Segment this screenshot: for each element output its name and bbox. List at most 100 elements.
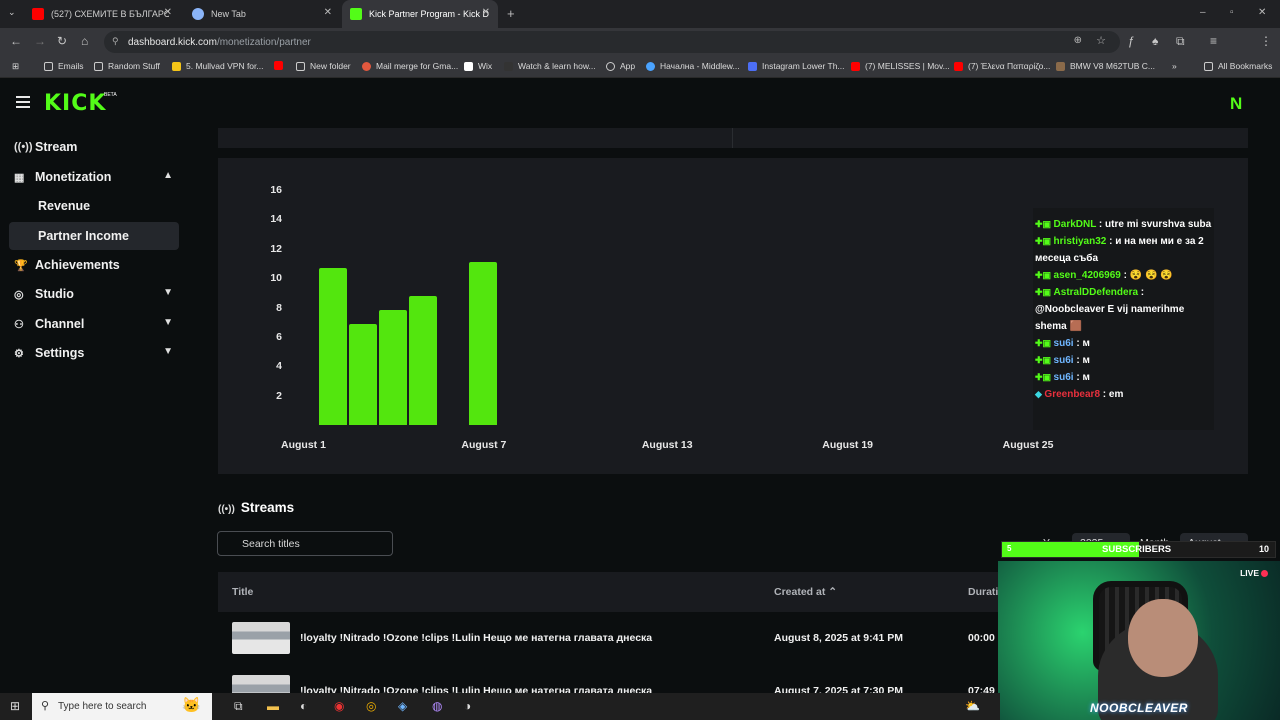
extension-icon[interactable]: ƒ bbox=[1128, 34, 1135, 48]
bookmark-item[interactable]: (7) MELISSES | Mov... bbox=[851, 61, 950, 71]
sidebar-item-studio[interactable]: ◎ Studio ▼ bbox=[9, 280, 179, 308]
stream-icon: ((•)) bbox=[218, 504, 235, 515]
bookmark-item[interactable]: App bbox=[606, 61, 635, 71]
stream-thumbnail bbox=[232, 622, 290, 654]
menu-icon[interactable]: ⋮ bbox=[1260, 34, 1272, 48]
puzzle-icon[interactable]: ⧉ bbox=[1176, 34, 1185, 49]
chat-username[interactable]: hristiyan32 bbox=[1054, 236, 1107, 247]
sidebar-item-label: Achievements bbox=[35, 258, 120, 272]
user-avatar[interactable]: N bbox=[1230, 94, 1242, 114]
bookmark-item[interactable]: Emails bbox=[44, 61, 84, 71]
y-tick-label: 8 bbox=[276, 301, 282, 314]
stream-title: !loyalty !Nitrado !Ozone !clips !Lulin Н… bbox=[300, 632, 653, 644]
url-input[interactable]: ⚲ dashboard.kick.com/monetization/partne… bbox=[104, 31, 1120, 53]
chat-username[interactable]: DarkDNL bbox=[1054, 219, 1097, 230]
bookmark-item[interactable]: BMW V8 M62TUB C... bbox=[1056, 61, 1155, 71]
kick-logo[interactable]: KICK bbox=[44, 91, 106, 116]
extension-icon[interactable]: ♠ bbox=[1152, 34, 1158, 48]
apps-icon[interactable]: ⊞ bbox=[12, 61, 19, 72]
y-tick-label: 10 bbox=[270, 272, 282, 285]
more-bookmarks-icon[interactable]: » bbox=[1172, 61, 1177, 71]
discord-icon[interactable]: ◍ bbox=[432, 699, 442, 713]
chart-bar[interactable] bbox=[409, 295, 438, 425]
sidebar-item-achievements[interactable]: 🏆 Achievements bbox=[9, 251, 179, 279]
bookmark-item[interactable] bbox=[274, 61, 288, 70]
tab-new-tab[interactable]: New Tab ✕ bbox=[184, 0, 340, 28]
badge-icon: ✚▣ bbox=[1035, 355, 1054, 365]
app-icon[interactable]: ◑ bbox=[464, 699, 471, 713]
search-input[interactable] bbox=[217, 531, 393, 556]
app-icon[interactable]: ◐ bbox=[300, 699, 307, 713]
column-duration[interactable]: Durati bbox=[968, 586, 998, 598]
reload-icon[interactable]: ↻ bbox=[57, 34, 67, 48]
hamburger-icon[interactable] bbox=[16, 96, 30, 108]
column-title[interactable]: Title bbox=[232, 586, 253, 598]
recording-icon[interactable]: ◉ bbox=[334, 699, 344, 713]
bookmark-item[interactable]: (7) Έλενα Παπαρίζο... bbox=[954, 61, 1050, 71]
back-icon[interactable]: ← bbox=[10, 34, 22, 48]
chevron-down-icon[interactable]: ▼ bbox=[163, 287, 173, 298]
task-view-icon[interactable]: ⧉ bbox=[234, 699, 243, 714]
chat-username[interactable]: AstralDDefendera bbox=[1054, 287, 1138, 298]
star-icon[interactable]: ☆ bbox=[1096, 34, 1106, 47]
bookmark-item[interactable]: New folder bbox=[296, 61, 351, 71]
bookmark-item[interactable]: Watch & learn how... bbox=[504, 61, 596, 71]
chevron-down-icon[interactable]: ▼ bbox=[163, 317, 173, 328]
stream-created: August 7, 2025 at 7:30 PM bbox=[774, 685, 903, 693]
chart-bar[interactable] bbox=[319, 267, 348, 425]
site-info-icon[interactable]: ⚲ bbox=[112, 36, 119, 47]
close-icon[interactable]: ✕ bbox=[324, 7, 332, 18]
home-icon[interactable]: ⌂ bbox=[81, 34, 88, 48]
new-tab-button[interactable]: + bbox=[507, 6, 515, 21]
steam-icon[interactable]: ◈ bbox=[398, 699, 407, 713]
sidebar-item-monetization[interactable]: ▦ Monetization ▲ bbox=[9, 163, 179, 191]
bookmark-item[interactable]: Mail merge for Gma... bbox=[362, 61, 458, 71]
sidebar-item-revenue[interactable]: Revenue bbox=[9, 192, 179, 220]
all-bookmarks[interactable]: All Bookmarks bbox=[1204, 61, 1272, 71]
chart-bar[interactable] bbox=[379, 310, 408, 425]
url-path: /monetization/partner bbox=[216, 36, 311, 48]
chat-username[interactable]: su6i bbox=[1054, 372, 1074, 383]
sidebar-item-label: Partner Income bbox=[38, 229, 130, 243]
chrome-icon bbox=[192, 8, 204, 20]
file-explorer-icon[interactable]: ▬ bbox=[267, 699, 279, 713]
tab-kick[interactable]: Kick Partner Program - Kick Da ✕ bbox=[342, 0, 498, 28]
chart-bar[interactable] bbox=[349, 323, 378, 425]
sidebar-item-channel[interactable]: ⚇ Channel ▼ bbox=[9, 310, 179, 338]
tab-search-icon[interactable]: ⌄ bbox=[8, 7, 16, 18]
bookmark-item[interactable]: Начална - Middlew... bbox=[646, 61, 740, 71]
chevron-down-icon[interactable]: ▼ bbox=[163, 346, 173, 357]
y-tick-label: 4 bbox=[276, 360, 282, 373]
bookmark-item[interactable]: Instagram Lower Th... bbox=[748, 61, 845, 71]
subscriber-label: SUBSCRIBERS bbox=[1102, 544, 1172, 555]
maximize-icon[interactable]: ▫ bbox=[1230, 7, 1234, 18]
chat-text: : 😵 😵 😵 bbox=[1120, 270, 1173, 281]
bookmark-item[interactable]: 5. Mullvad VPN for... bbox=[172, 61, 263, 71]
search-icon: ⚲ bbox=[41, 700, 50, 712]
bookmark-item[interactable]: Wix bbox=[464, 61, 492, 71]
taskbar-search[interactable]: ⚲ Type here to search 🐱 bbox=[32, 693, 212, 720]
forward-icon[interactable]: → bbox=[34, 34, 46, 48]
windows-start-icon[interactable]: ⊞ bbox=[10, 699, 20, 713]
chevron-up-icon[interactable]: ▲ bbox=[163, 170, 173, 181]
chat-username[interactable]: su6i bbox=[1054, 338, 1074, 349]
reading-list-icon[interactable]: ≡ bbox=[1210, 34, 1217, 48]
bookmark-item[interactable]: Random Stuff bbox=[94, 61, 160, 71]
chrome-icon[interactable]: ◎ bbox=[366, 699, 376, 713]
close-icon[interactable]: ✕ bbox=[164, 7, 172, 18]
tab-youtube[interactable]: (527) СХЕМИТЕ В БЪЛГАРСКИЯ ✕ bbox=[24, 0, 180, 28]
beta-label: BETA bbox=[104, 92, 117, 98]
column-created-at[interactable]: Created at ⌃ bbox=[774, 586, 837, 598]
sidebar-item-settings[interactable]: ⚙ Settings ▼ bbox=[9, 339, 179, 367]
sidebar-item-stream[interactable]: ((•)) Stream bbox=[9, 133, 179, 161]
zoom-icon[interactable]: ⊕ bbox=[1074, 35, 1082, 46]
chat-username[interactable]: asen_4206969 bbox=[1054, 270, 1121, 281]
sidebar-item-partner-income[interactable]: Partner Income bbox=[9, 222, 179, 250]
chart-bar[interactable] bbox=[469, 261, 498, 425]
tab-title: (527) СХЕМИТЕ В БЪЛГАРСКИЯ bbox=[51, 9, 169, 19]
chat-username[interactable]: su6i bbox=[1054, 355, 1074, 366]
chat-username[interactable]: Greenbear8 bbox=[1044, 389, 1100, 400]
window-close-icon[interactable]: ✕ bbox=[1258, 7, 1266, 18]
close-icon[interactable]: ✕ bbox=[482, 7, 490, 18]
minimize-icon[interactable]: – bbox=[1200, 7, 1206, 18]
